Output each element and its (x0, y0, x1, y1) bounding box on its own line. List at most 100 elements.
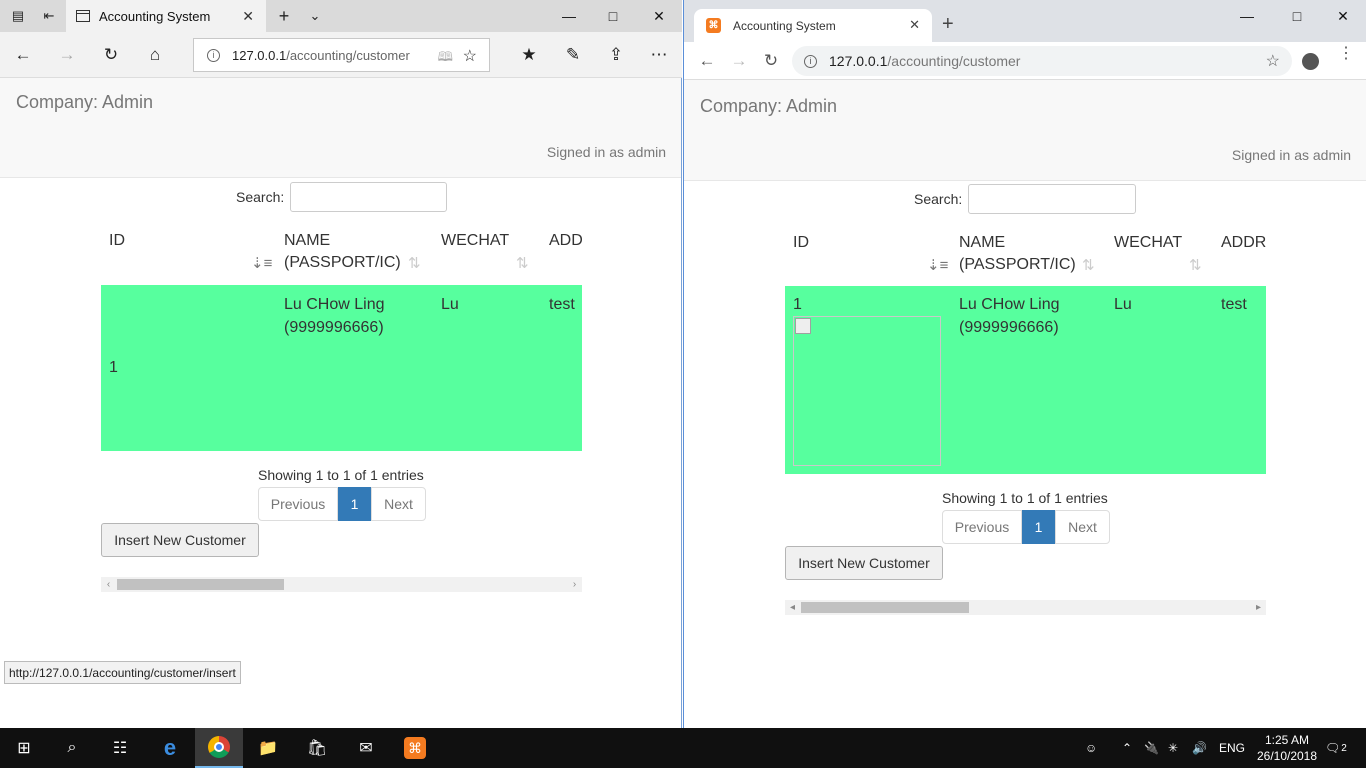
company-title: Company: Admin (16, 92, 154, 112)
scrollbar-thumb[interactable] (801, 602, 969, 613)
language-indicator[interactable]: ENG (1219, 728, 1245, 768)
close-window-icon[interactable]: ✕ (636, 0, 682, 32)
url-host: 127.0.0.1 (829, 53, 888, 69)
table-info: Showing 1 to 1 of 1 entries (258, 467, 424, 483)
site-info-icon[interactable]: i (207, 48, 220, 62)
store-icon[interactable]: 🛍 (293, 728, 341, 768)
sort-icon[interactable]: ⇅ (516, 254, 529, 272)
edge-nav-bar: ← → ↻ ⌂ i 127.0.0.1/accounting/customer … (0, 32, 682, 78)
edge-tab-title: Accounting System (99, 8, 211, 24)
scroll-right-icon[interactable]: › (567, 577, 582, 592)
task-view-icon[interactable]: ☷ (96, 728, 144, 768)
search-label: Search: (914, 191, 963, 207)
col-header-wechat[interactable]: WECHAT (1114, 232, 1182, 254)
edge-customer-table: ID ⇣≡ NAME (PASSPORT/IC) ⇅ WECHAT ⇅ ADD … (101, 230, 582, 451)
scroll-left-icon[interactable]: ◂ (785, 600, 800, 615)
col-header-name[interactable]: NAME (PASSPORT/IC) (959, 232, 1089, 276)
insert-customer-button[interactable]: Insert New Customer (785, 546, 943, 580)
page-1-button[interactable]: 1 (1022, 510, 1055, 544)
edge-tab-bar: ▤ ⇤ Accounting System ✕ + ⌄ — □ ✕ (0, 0, 682, 32)
share-icon[interactable]: ⇪ (599, 38, 633, 72)
col-header-id[interactable]: ID (793, 232, 809, 254)
cell-name: Lu CHow Ling (9999996666) (284, 296, 385, 336)
refresh-icon[interactable]: ↻ (94, 38, 128, 72)
page-1-button[interactable]: 1 (338, 487, 371, 521)
scroll-left-icon[interactable]: ‹ (101, 577, 116, 592)
forward-icon[interactable]: → (50, 38, 84, 72)
bookmark-star-icon[interactable]: ☆ (1266, 51, 1280, 71)
mail-icon[interactable]: ✉ (342, 728, 390, 768)
sort-icon[interactable]: ⇅ (1189, 256, 1202, 274)
scrollbar-thumb[interactable] (117, 579, 284, 590)
col-header-name[interactable]: NAME (PASSPORT/IC) (284, 230, 414, 274)
search-input[interactable] (968, 184, 1137, 214)
search-input[interactable] (290, 182, 448, 212)
site-info-icon[interactable]: i (804, 54, 817, 68)
search-label: Search: (236, 189, 285, 205)
edge-icon[interactable]: e (146, 728, 194, 768)
next-button[interactable]: Next (371, 487, 426, 521)
col-header-address[interactable]: ADD (549, 230, 582, 252)
new-tab-icon[interactable]: + (942, 13, 954, 36)
account-icon[interactable] (1302, 53, 1319, 70)
search-icon[interactable]: ⌕ (48, 728, 96, 768)
sort-asc-icon[interactable]: ⇣≡ (251, 254, 272, 272)
col-header-id[interactable]: ID (109, 230, 125, 252)
scroll-right-icon[interactable]: ▸ (1251, 600, 1266, 615)
maximize-icon[interactable]: □ (590, 0, 636, 32)
start-icon[interactable]: ⊞ (0, 728, 48, 768)
reading-view-icon[interactable]: 🕮 (438, 48, 453, 70)
minimize-icon[interactable]: — (1224, 0, 1270, 32)
edge-tab[interactable]: Accounting System ✕ (66, 0, 266, 32)
xampp-icon[interactable]: ⌘ (391, 728, 439, 768)
people-icon[interactable]: ☺ (1085, 728, 1097, 768)
close-window-icon[interactable]: ✕ (1320, 0, 1366, 32)
url-host: 127.0.0.1 (232, 47, 287, 63)
chrome-pagination: Previous 1 Next (942, 510, 1110, 544)
chevron-down-icon[interactable]: ⌄ (299, 0, 331, 32)
notification-center[interactable]: 🗨 2 (1325, 728, 1347, 768)
power-icon[interactable]: 🔌 (1144, 728, 1159, 768)
home-icon[interactable]: ⌂ (138, 38, 172, 72)
forward-icon[interactable]: → (724, 46, 754, 76)
maximize-icon[interactable]: □ (1274, 0, 1320, 32)
file-explorer-icon[interactable]: 📁 (244, 728, 292, 768)
sort-icon[interactable]: ⇅ (408, 254, 421, 272)
company-title: Company: Admin (700, 96, 838, 116)
minimize-icon[interactable]: — (546, 0, 592, 32)
sort-icon[interactable]: ⇅ (1082, 256, 1095, 274)
favorites-bar-icon[interactable]: ★ (512, 38, 546, 72)
favorite-star-icon[interactable]: ☆ (463, 46, 477, 66)
back-icon[interactable]: ← (692, 46, 722, 76)
previous-button[interactable]: Previous (258, 487, 338, 521)
chrome-omnibox[interactable]: i 127.0.0.1/accounting/customer ☆ (792, 46, 1292, 76)
insert-customer-button[interactable]: Insert New Customer (101, 523, 259, 557)
reload-icon[interactable]: ↻ (756, 46, 786, 76)
network-icon[interactable]: ✳ (1168, 728, 1178, 768)
set-aside-tabs-icon[interactable]: ⇤ (33, 0, 65, 32)
clock[interactable]: 1:25 AM 26/10/2018 (1255, 732, 1319, 764)
close-tab-icon[interactable]: ✕ (242, 8, 254, 25)
more-icon[interactable]: ⋯ (642, 38, 676, 72)
show-hidden-icons[interactable]: ⌃ (1122, 728, 1132, 768)
horizontal-scrollbar[interactable]: ◂ ▸ (785, 600, 1266, 615)
chrome-tab[interactable]: ⌘ Accounting System ✕ (694, 9, 932, 42)
chrome-icon[interactable] (195, 728, 243, 768)
tab-list-icon[interactable]: ▤ (2, 0, 34, 32)
close-tab-icon[interactable]: ✕ (909, 17, 920, 33)
col-header-wechat[interactable]: WECHAT (441, 230, 509, 252)
volume-icon[interactable]: 🔊 (1192, 728, 1207, 768)
previous-button[interactable]: Previous (942, 510, 1022, 544)
menu-icon[interactable]: ⋮ (1338, 46, 1354, 62)
edge-address-bar[interactable]: i 127.0.0.1/accounting/customer 🕮 ☆ (193, 38, 490, 72)
sort-asc-icon[interactable]: ⇣≡ (927, 256, 948, 274)
broken-image-icon (793, 316, 941, 466)
new-tab-icon[interactable]: + (268, 0, 300, 32)
horizontal-scrollbar[interactable]: ‹ › (101, 577, 582, 592)
next-button[interactable]: Next (1055, 510, 1110, 544)
chrome-search: Search: (914, 184, 1137, 214)
pen-icon[interactable]: ✎ (556, 38, 590, 72)
chat-bubble-icon: 🗨 (1325, 741, 1341, 755)
col-header-address[interactable]: ADDR (1221, 232, 1266, 254)
back-icon[interactable]: ← (6, 38, 40, 72)
